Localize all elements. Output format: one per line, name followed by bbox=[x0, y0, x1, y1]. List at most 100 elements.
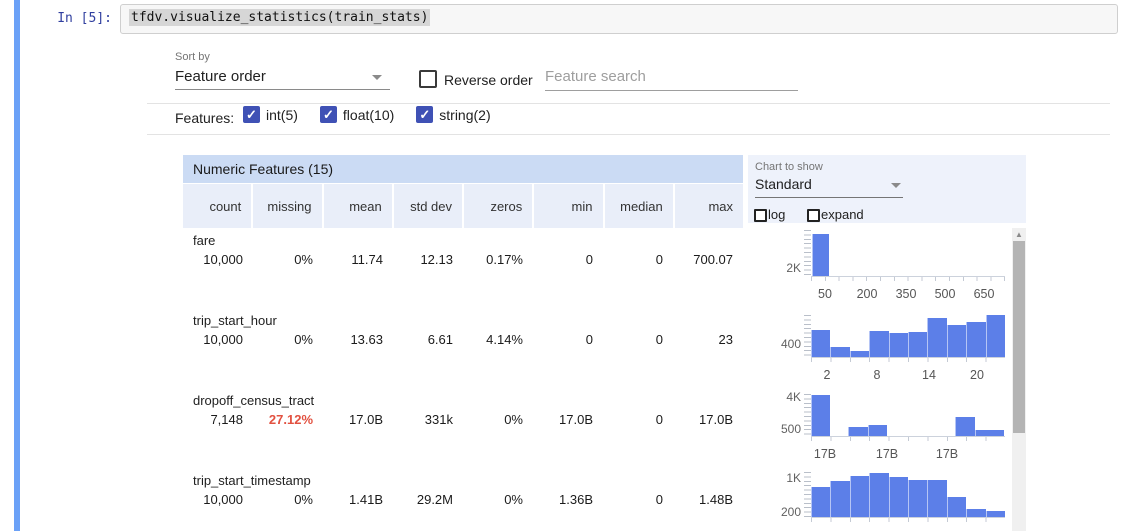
histogram-bar bbox=[811, 395, 830, 436]
reverse-order-label: Reverse order bbox=[444, 72, 533, 88]
y-axis-label: 400 bbox=[765, 337, 801, 351]
x-axis-label: 17B bbox=[814, 447, 836, 461]
histogram-bar bbox=[850, 351, 869, 357]
cell-max: 700.07 bbox=[673, 252, 743, 267]
expand-checkbox[interactable] bbox=[807, 209, 820, 222]
cell-prompt: In [5]: bbox=[22, 11, 112, 26]
y-axis-ticks bbox=[804, 230, 811, 276]
feature-name: trip_start_timestamp bbox=[193, 473, 743, 488]
cell-zeros: 0.17% bbox=[463, 252, 533, 267]
feature-search-input[interactable]: Feature search bbox=[545, 68, 798, 91]
feature-filter-string2: ✓string(2) bbox=[416, 106, 490, 123]
histogram-bar bbox=[908, 332, 927, 357]
cell-max: 17.0B bbox=[673, 412, 743, 427]
histogram-bar bbox=[868, 425, 887, 436]
notebook-page: In [5]: tfdv.visualize_statistics(train_… bbox=[0, 0, 1124, 531]
cell-std-dev: 331k bbox=[393, 412, 463, 427]
cell-missing: 0% bbox=[253, 252, 323, 267]
histogram-bar bbox=[966, 322, 985, 357]
chart-to-show-label: Chart to show bbox=[755, 161, 823, 173]
histogram-bar bbox=[975, 430, 1004, 436]
chevron-down-icon bbox=[372, 75, 382, 80]
divider bbox=[147, 134, 1110, 135]
feature-values: 7,14827.12%17.0B331k0%17.0B017.0B bbox=[183, 412, 743, 427]
cell-count: 10,000 bbox=[183, 252, 253, 267]
y-axis-label: 200 bbox=[765, 505, 801, 519]
cell-median: 0 bbox=[603, 492, 673, 507]
x-axis-ticks bbox=[811, 437, 1005, 441]
sort-by-value: Feature order bbox=[175, 68, 390, 85]
x-axis-label: 500 bbox=[935, 287, 956, 301]
chart-to-show-dropdown[interactable]: Standard bbox=[755, 176, 903, 198]
histogram-bar bbox=[830, 347, 849, 357]
column-header-max: max bbox=[675, 184, 743, 228]
histogram-bar bbox=[812, 234, 829, 276]
cell-zeros: 0% bbox=[463, 412, 533, 427]
chart-dropdown-underline bbox=[755, 197, 903, 198]
feature-values: 10,0000%11.7412.130.17%00700.07 bbox=[183, 252, 743, 267]
histogram-bar bbox=[850, 476, 869, 517]
cell-mean: 1.41B bbox=[323, 492, 393, 507]
cell-mean: 13.63 bbox=[323, 332, 393, 347]
x-axis-label: 200 bbox=[857, 287, 878, 301]
feature-name: trip_start_hour bbox=[193, 313, 743, 328]
sort-by-dropdown[interactable]: Feature order bbox=[175, 68, 390, 90]
x-axis-label: 50 bbox=[818, 287, 832, 301]
cell-median: 0 bbox=[603, 412, 673, 427]
x-axis-ticks bbox=[811, 518, 1005, 522]
scrollbar-thumb[interactable] bbox=[1013, 241, 1025, 433]
feature-row-fare: fare10,0000%11.7412.130.17%00700.07 bbox=[183, 228, 743, 308]
divider bbox=[147, 103, 1110, 104]
feature-values: 10,0000%1.41B29.2M0%1.36B01.48B bbox=[183, 492, 743, 507]
code-cell[interactable]: tfdv.visualize_statistics(train_stats) bbox=[120, 4, 1118, 34]
feature-row-trip_start_hour: trip_start_hour10,0000%13.636.614.14%002… bbox=[183, 308, 743, 388]
histogram-bar bbox=[848, 427, 868, 436]
y-axis-label: 4K bbox=[765, 390, 801, 404]
x-axis-label: 350 bbox=[896, 287, 917, 301]
histogram-bar bbox=[986, 315, 1005, 357]
features-label: Features: bbox=[175, 110, 234, 126]
x-axis-label: 2 bbox=[824, 368, 831, 382]
feature-values: 10,0000%13.636.614.14%0023 bbox=[183, 332, 743, 347]
cell-mean: 17.0B bbox=[323, 412, 393, 427]
cell-median: 0 bbox=[603, 252, 673, 267]
cell-std-dev: 12.13 bbox=[393, 252, 463, 267]
histogram-bar bbox=[927, 480, 946, 517]
histogram-plot[interactable] bbox=[811, 470, 1005, 518]
cell-missing: 0% bbox=[253, 332, 323, 347]
column-header-missing: missing bbox=[253, 184, 321, 228]
log-checkbox[interactable] bbox=[754, 209, 767, 222]
feature-filter-checkbox[interactable]: ✓ bbox=[416, 106, 433, 123]
column-header-count: count bbox=[183, 184, 251, 228]
cell-missing: 0% bbox=[253, 492, 323, 507]
feature-filter-int5: ✓int(5) bbox=[243, 106, 298, 123]
y-axis-ticks bbox=[804, 394, 811, 436]
x-axis-ticks bbox=[811, 277, 1005, 281]
y-axis-label: 500 bbox=[765, 422, 801, 436]
sort-by-underline bbox=[175, 89, 390, 90]
feature-filter-float10: ✓float(10) bbox=[320, 106, 394, 123]
histogram-plot[interactable] bbox=[811, 228, 1005, 277]
feature-search-placeholder: Feature search bbox=[545, 68, 798, 85]
selected-cell-indicator bbox=[14, 0, 20, 531]
reverse-order-checkbox[interactable] bbox=[419, 70, 437, 88]
feature-type-filters: ✓int(5) ✓float(10) ✓string(2) bbox=[243, 106, 491, 123]
y-axis-ticks bbox=[804, 472, 811, 517]
cell-max: 23 bbox=[673, 332, 743, 347]
column-header-std-dev: std dev bbox=[394, 184, 462, 228]
cell-median: 0 bbox=[603, 332, 673, 347]
log-label: log bbox=[768, 207, 785, 222]
table-header-row: countmissingmeanstd devzerosminmedianmax bbox=[183, 184, 743, 228]
feature-filter-checkbox[interactable]: ✓ bbox=[243, 106, 260, 123]
column-header-mean: mean bbox=[324, 184, 392, 228]
feature-search-underline bbox=[545, 90, 798, 91]
numeric-features-title: Numeric Features (15) bbox=[183, 155, 743, 183]
cell-missing: 27.12% bbox=[253, 412, 323, 427]
scrollbar-up-arrow-icon[interactable]: ▲ bbox=[1012, 230, 1026, 239]
x-axis-label: 650 bbox=[974, 287, 995, 301]
cell-zeros: 4.14% bbox=[463, 332, 533, 347]
feature-filter-checkbox[interactable]: ✓ bbox=[320, 106, 337, 123]
histogram-plot[interactable] bbox=[811, 392, 1005, 437]
x-axis-label: 17B bbox=[876, 447, 898, 461]
histogram-plot[interactable] bbox=[811, 313, 1005, 358]
